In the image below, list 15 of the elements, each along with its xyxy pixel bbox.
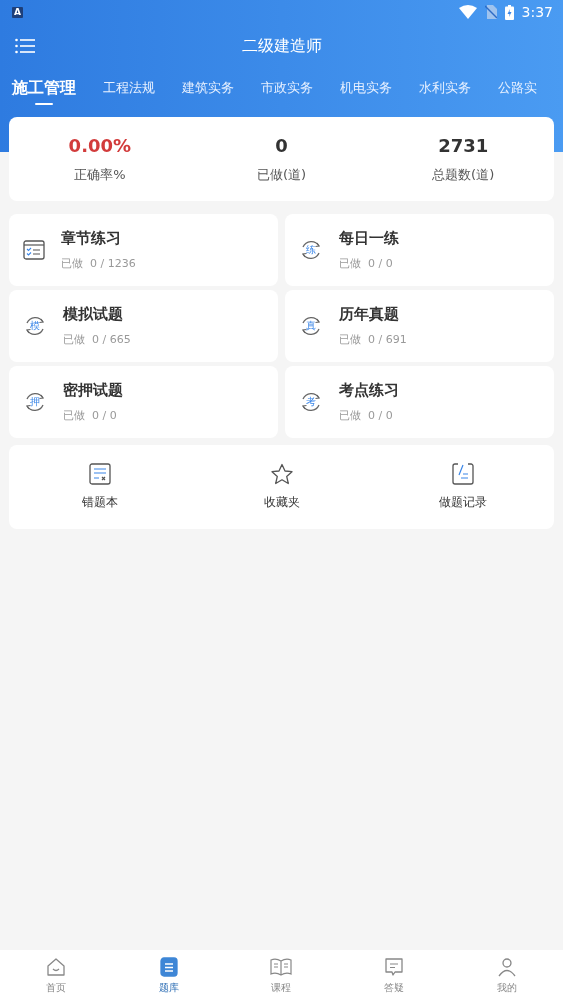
card-title: 章节练习 — [61, 229, 122, 248]
card-title: 密押试题 — [63, 381, 123, 400]
app-title: 二级建造师 — [241, 35, 322, 57]
stat-value: 0.00% — [68, 134, 132, 156]
stat-value: 2731 — [438, 134, 489, 156]
stat-label: 已做(道) — [256, 165, 307, 184]
stat-label: 正确率% — [74, 165, 126, 184]
stat-label: 总题数(道) — [432, 165, 495, 184]
stat-value: 0 — [275, 134, 288, 156]
card-title: 每日一练 — [339, 229, 399, 248]
status-time: 3:37 — [521, 4, 553, 20]
card-title: 考点练习 — [339, 381, 399, 400]
card-title: 历年真题 — [339, 305, 400, 324]
notification-icon: A — [12, 6, 23, 18]
card-title: 模拟试题 — [63, 305, 124, 324]
